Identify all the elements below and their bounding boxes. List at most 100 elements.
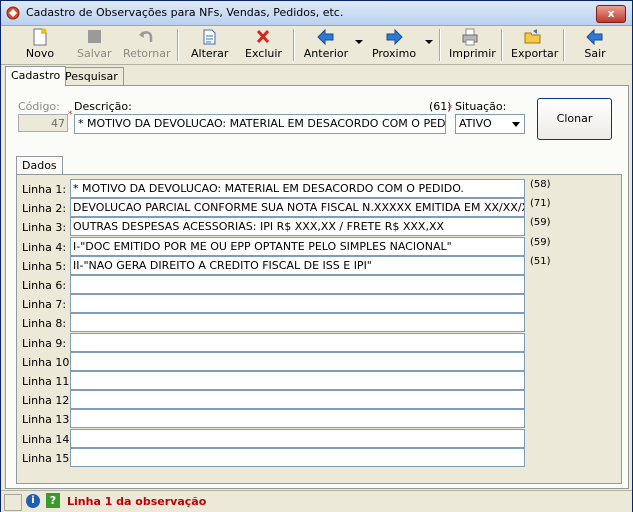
required-star-icon: *: [68, 110, 73, 120]
toolbar-separator: [177, 29, 179, 61]
toolbar-separator: [501, 29, 503, 61]
observacao-line-row: Linha 12:: [17, 390, 621, 410]
line-input[interactable]: [70, 313, 525, 333]
codigo-field: 47: [18, 114, 68, 132]
alterar-button[interactable]: Alterar: [191, 28, 229, 62]
line-input[interactable]: [70, 371, 525, 390]
anterior-label: Anterior: [303, 47, 349, 60]
close-button[interactable]: x: [596, 5, 626, 23]
line-label: Linha 12:: [22, 394, 74, 408]
observacao-line-row: Linha 2: DEVOLUCAO PARCIAL CONFORME SUA N…: [17, 198, 621, 218]
line-input[interactable]: [70, 447, 525, 467]
novo-label: Novo: [25, 47, 55, 60]
alterar-label: Alterar: [191, 47, 229, 60]
undo-icon: [139, 31, 153, 42]
imprimir-button[interactable]: Imprimir: [449, 28, 496, 62]
line-input[interactable]: [70, 390, 525, 410]
main-window: Cadastro de Observações para NFs, Vendas…: [0, 0, 633, 512]
observacao-line-row: Linha 10:: [17, 351, 621, 371]
observacao-line-row: Linha 3: OUTRAS DESPESAS ACESSORIAS: IPI …: [17, 217, 621, 237]
help-icon[interactable]: ?: [46, 493, 60, 508]
edit-icon: [203, 29, 216, 45]
tab-dados[interactable]: Dados: [16, 156, 63, 174]
observacao-line-row: Linha 8:: [17, 313, 621, 333]
sair-button[interactable]: Sair: [579, 28, 611, 62]
salvar-button[interactable]: Salvar: [77, 28, 112, 62]
line-label: Linha 13:: [22, 413, 74, 427]
info-icon[interactable]: i: [26, 494, 40, 508]
retornar-label: Retornar: [123, 47, 171, 60]
situacao-label: Situação:: [455, 100, 507, 113]
tab-cadastro[interactable]: Cadastro: [5, 66, 67, 86]
dados-panel: Linha 1: * MOTIVO DA DEVOLUCAO: MATERIAL …: [16, 174, 622, 484]
line-input[interactable]: [70, 428, 525, 448]
anterior-dropdown-icon[interactable]: [355, 40, 363, 44]
toolbar-separator: [293, 29, 295, 61]
observacao-line-row: Linha 15:: [17, 447, 621, 467]
proximo-button[interactable]: Proximo: [371, 28, 417, 62]
descricao-label: Descrição:: [74, 100, 132, 113]
descricao-input[interactable]: * MOTIVO DA DEVOLUCAO: MATERIAL EM DESAC…: [74, 114, 446, 134]
chevron-down-icon[interactable]: [509, 116, 523, 132]
line-input[interactable]: [70, 351, 525, 371]
anterior-button[interactable]: Anterior: [303, 28, 349, 62]
tab-pesquisar[interactable]: Pesquisar: [59, 67, 124, 85]
codigo-label: Código:: [18, 100, 60, 113]
clonar-button[interactable]: Clonar: [537, 98, 612, 140]
exportar-label: Exportar: [511, 47, 559, 60]
line-label: Linha 4:: [22, 240, 67, 254]
line-char-count: (59): [530, 217, 551, 229]
sair-label: Sair: [584, 47, 606, 60]
line-input[interactable]: [70, 275, 525, 294]
line-label: Linha 1:: [22, 183, 67, 196]
observacao-line-row: Linha 14:: [17, 428, 621, 448]
observacao-line-row: Linha 11:: [17, 371, 621, 390]
observacao-line-row: Linha 13:: [17, 409, 621, 429]
observacao-line-row: Linha 9:: [17, 332, 621, 352]
observacao-line-row: Linha 7:: [17, 294, 621, 314]
line-input[interactable]: I-"DOC EMITIDO POR ME OU EPP OPTANTE PEL…: [70, 236, 525, 256]
line-label: Linha 5:: [22, 259, 67, 273]
line-input[interactable]: * MOTIVO DA DEVOLUCAO: MATERIAL EM DESAC…: [70, 179, 525, 198]
printer-icon: [462, 28, 478, 46]
proximo-dropdown-icon[interactable]: [425, 40, 433, 44]
line-input[interactable]: II-"NAO GERA DIREITO A CREDITO FISCAL DE…: [70, 255, 525, 275]
toolbar-separator: [563, 29, 565, 61]
arrow-left-icon: [317, 28, 334, 46]
line-input[interactable]: OUTRAS DESPESAS ACESSORIAS: IPI R$ XXX,X…: [70, 217, 525, 237]
retornar-button[interactable]: Retornar: [123, 28, 171, 62]
arrow-right-icon: [386, 28, 403, 46]
line-label: Linha 10:: [22, 355, 74, 369]
line-input[interactable]: [70, 409, 525, 429]
observacao-line-row: Linha 1: * MOTIVO DA DEVOLUCAO: MATERIAL …: [17, 179, 621, 198]
excluir-button[interactable]: Excluir: [245, 28, 282, 62]
observacao-line-row: Linha 4: I-"DOC EMITIDO POR ME OU EPP OPT…: [17, 236, 621, 256]
observacao-line-row: Linha 6:: [17, 275, 621, 294]
line-label: Linha 7:: [22, 298, 67, 312]
line-label: Linha 2:: [22, 202, 67, 216]
line-char-count: (71): [530, 198, 551, 210]
situacao-value: ATIVO: [459, 117, 492, 130]
line-char-count: (59): [530, 236, 551, 248]
exportar-button[interactable]: Exportar: [511, 28, 559, 62]
status-text: Linha 1 da observação: [67, 495, 207, 508]
status-bar: i ? Linha 1 da observação: [1, 490, 632, 512]
line-label: Linha 3:: [22, 221, 67, 235]
line-input[interactable]: [70, 332, 525, 352]
situacao-select[interactable]: ATIVO: [455, 114, 525, 134]
line-input[interactable]: DEVOLUCAO PARCIAL CONFORME SUA NOTA FISC…: [70, 198, 525, 218]
line-input[interactable]: [70, 294, 525, 314]
window-title: Cadastro de Observações para NFs, Vendas…: [26, 6, 344, 19]
save-icon: [88, 30, 101, 43]
line-label: Linha 11:: [22, 375, 74, 388]
title-bar[interactable]: Cadastro de Observações para NFs, Vendas…: [1, 1, 632, 26]
line-label: Linha 15:: [22, 451, 74, 465]
delete-icon: [256, 29, 270, 44]
novo-button[interactable]: Novo: [23, 28, 57, 62]
new-document-icon: [33, 28, 47, 46]
line-char-count: (58): [530, 179, 551, 190]
folder-export-icon: [524, 29, 541, 44]
required-star-icon: *: [448, 104, 453, 114]
exit-arrow-icon: [586, 28, 603, 46]
line-label: Linha 14:: [22, 432, 74, 446]
